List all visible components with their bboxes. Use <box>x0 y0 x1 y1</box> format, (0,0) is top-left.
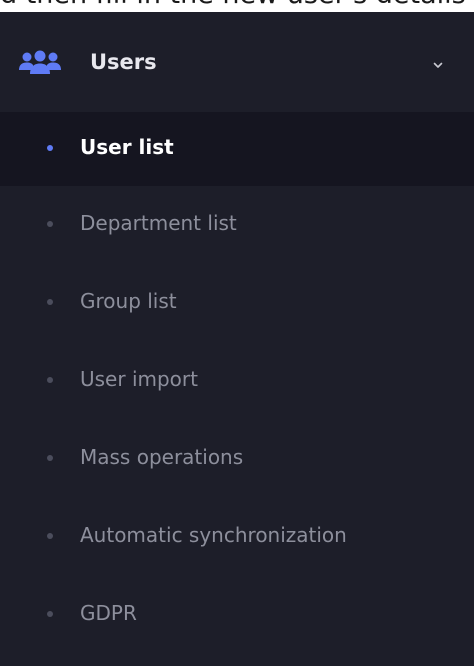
bullet-icon <box>47 533 53 539</box>
bullet-icon <box>47 611 53 617</box>
users-submenu: User list Department list Group list Use… <box>0 112 474 654</box>
menu-item-group-list[interactable]: Group list <box>0 264 474 342</box>
users-menu-toggle[interactable]: Users <box>0 12 474 112</box>
partial-caption-text: d then fill in the new user's details <box>0 0 474 12</box>
users-menu-label: Users <box>90 50 157 74</box>
menu-item-mass-operations[interactable]: Mass operations <box>0 420 474 498</box>
menu-item-label: User import <box>80 367 198 391</box>
menu-item-label: Department list <box>80 211 237 235</box>
bullet-icon <box>47 299 53 305</box>
menu-item-label: GDPR <box>80 601 137 625</box>
bullet-icon <box>47 455 53 461</box>
menu-item-user-import[interactable]: User import <box>0 342 474 420</box>
menu-item-department-list[interactable]: Department list <box>0 186 474 264</box>
menu-item-label: Mass operations <box>80 445 244 469</box>
bullet-icon <box>47 145 53 151</box>
chevron-down-icon <box>432 56 444 68</box>
menu-item-user-list[interactable]: User list <box>0 112 474 186</box>
users-icon <box>18 50 62 76</box>
menu-item-automatic-synchronization[interactable]: Automatic synchronization <box>0 498 474 576</box>
bullet-icon <box>47 377 53 383</box>
menu-item-label: Group list <box>80 289 177 313</box>
menu-item-label: User list <box>80 135 174 159</box>
sidebar-menu: Users User list Department list Group li… <box>0 12 474 666</box>
menu-item-label: Automatic synchronization <box>80 523 347 547</box>
bullet-icon <box>47 221 53 227</box>
menu-item-gdpr[interactable]: GDPR <box>0 576 474 654</box>
